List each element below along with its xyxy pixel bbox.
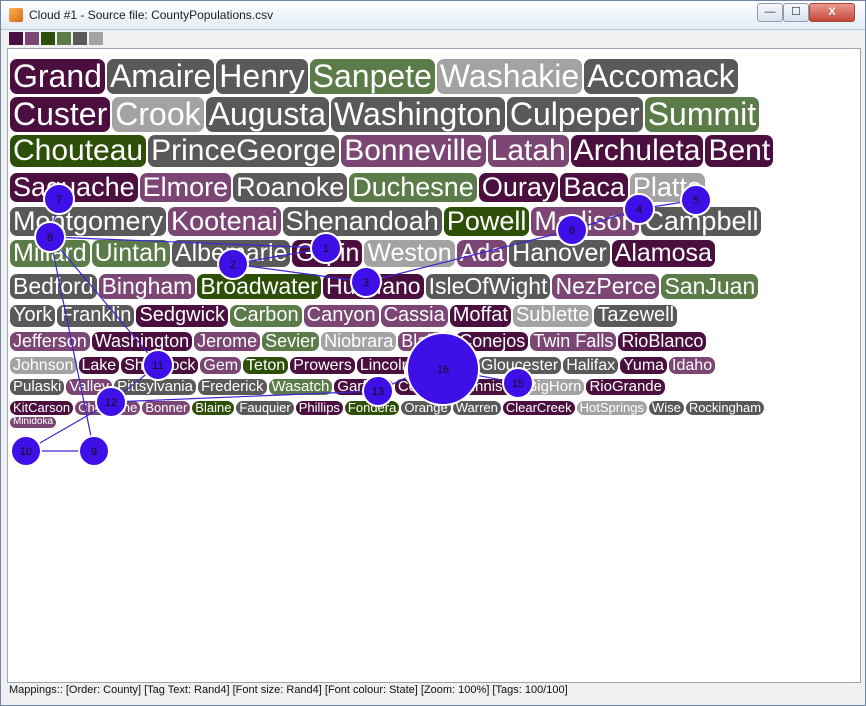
marker-8[interactable]: 8 xyxy=(34,221,66,253)
marker-label: 10 xyxy=(20,446,32,458)
palette-swatch xyxy=(25,32,39,45)
palette-swatch xyxy=(73,32,87,45)
palette-swatch xyxy=(9,32,23,45)
marker-link-line xyxy=(232,263,367,283)
marker-label: 7 xyxy=(56,194,62,206)
marker-label: 1 xyxy=(323,243,329,255)
minimize-button[interactable]: — xyxy=(757,3,783,22)
marker-10[interactable]: 10 xyxy=(10,435,42,467)
palette-swatch xyxy=(89,32,103,45)
color-legend xyxy=(9,32,105,45)
marker-link-line xyxy=(49,236,159,366)
palette-swatch xyxy=(57,32,71,45)
marker-9[interactable]: 9 xyxy=(78,435,110,467)
maximize-button[interactable]: ☐ xyxy=(783,3,809,22)
marker-label: 6 xyxy=(569,225,575,237)
marker-15[interactable]: 15 xyxy=(502,367,534,399)
marker-label: 8 xyxy=(47,232,53,244)
marker-link-line xyxy=(365,229,573,283)
marker-label: 12 xyxy=(105,397,117,409)
status-bar: Mappings:: [Order: County] [Tag Text: Ra… xyxy=(9,684,568,696)
marker-2[interactable]: 2 xyxy=(217,248,249,280)
marker-label: 11 xyxy=(152,360,163,372)
marker-label: 4 xyxy=(636,204,642,216)
app-window: Cloud #1 - Source file: CountyPopulation… xyxy=(0,0,866,706)
marker-label: 9 xyxy=(91,446,97,458)
marker-5[interactable]: 5 xyxy=(680,184,712,216)
marker-label: 13 xyxy=(372,386,384,398)
marker-7[interactable]: 7 xyxy=(43,183,75,215)
marker-11[interactable]: 11 xyxy=(142,349,174,381)
java-app-icon xyxy=(9,8,23,22)
marker-path-overlay: 12345678910111213141516 xyxy=(10,183,712,467)
marker-link-line xyxy=(110,390,379,403)
marker-link-line xyxy=(49,236,327,249)
marker-label: 5 xyxy=(693,195,699,207)
tag-cloud-canvas[interactable]: Grand Amaire Henry Sanpete Washakie Accomack C… xyxy=(7,48,861,683)
marker-link-line xyxy=(49,236,95,452)
marker-16[interactable]: 16 xyxy=(406,332,480,406)
marker-label: 15 xyxy=(512,378,524,390)
marker-1[interactable]: 1 xyxy=(310,232,342,264)
title-bar[interactable]: Cloud #1 - Source file: CountyPopulation… xyxy=(1,1,865,30)
marker-13[interactable]: 13 xyxy=(362,375,394,407)
marker-6[interactable]: 6 xyxy=(556,214,588,246)
marker-12[interactable]: 12 xyxy=(95,386,127,418)
window-title: Cloud #1 - Source file: CountyPopulation… xyxy=(29,8,274,22)
marker-3[interactable]: 3 xyxy=(350,266,382,298)
marker-4[interactable]: 4 xyxy=(623,193,655,225)
marker-label: 2 xyxy=(230,259,236,271)
close-button[interactable]: X xyxy=(809,3,855,22)
palette-swatch xyxy=(41,32,55,45)
marker-label: 3 xyxy=(363,277,369,289)
marker-label: 16 xyxy=(437,364,449,376)
